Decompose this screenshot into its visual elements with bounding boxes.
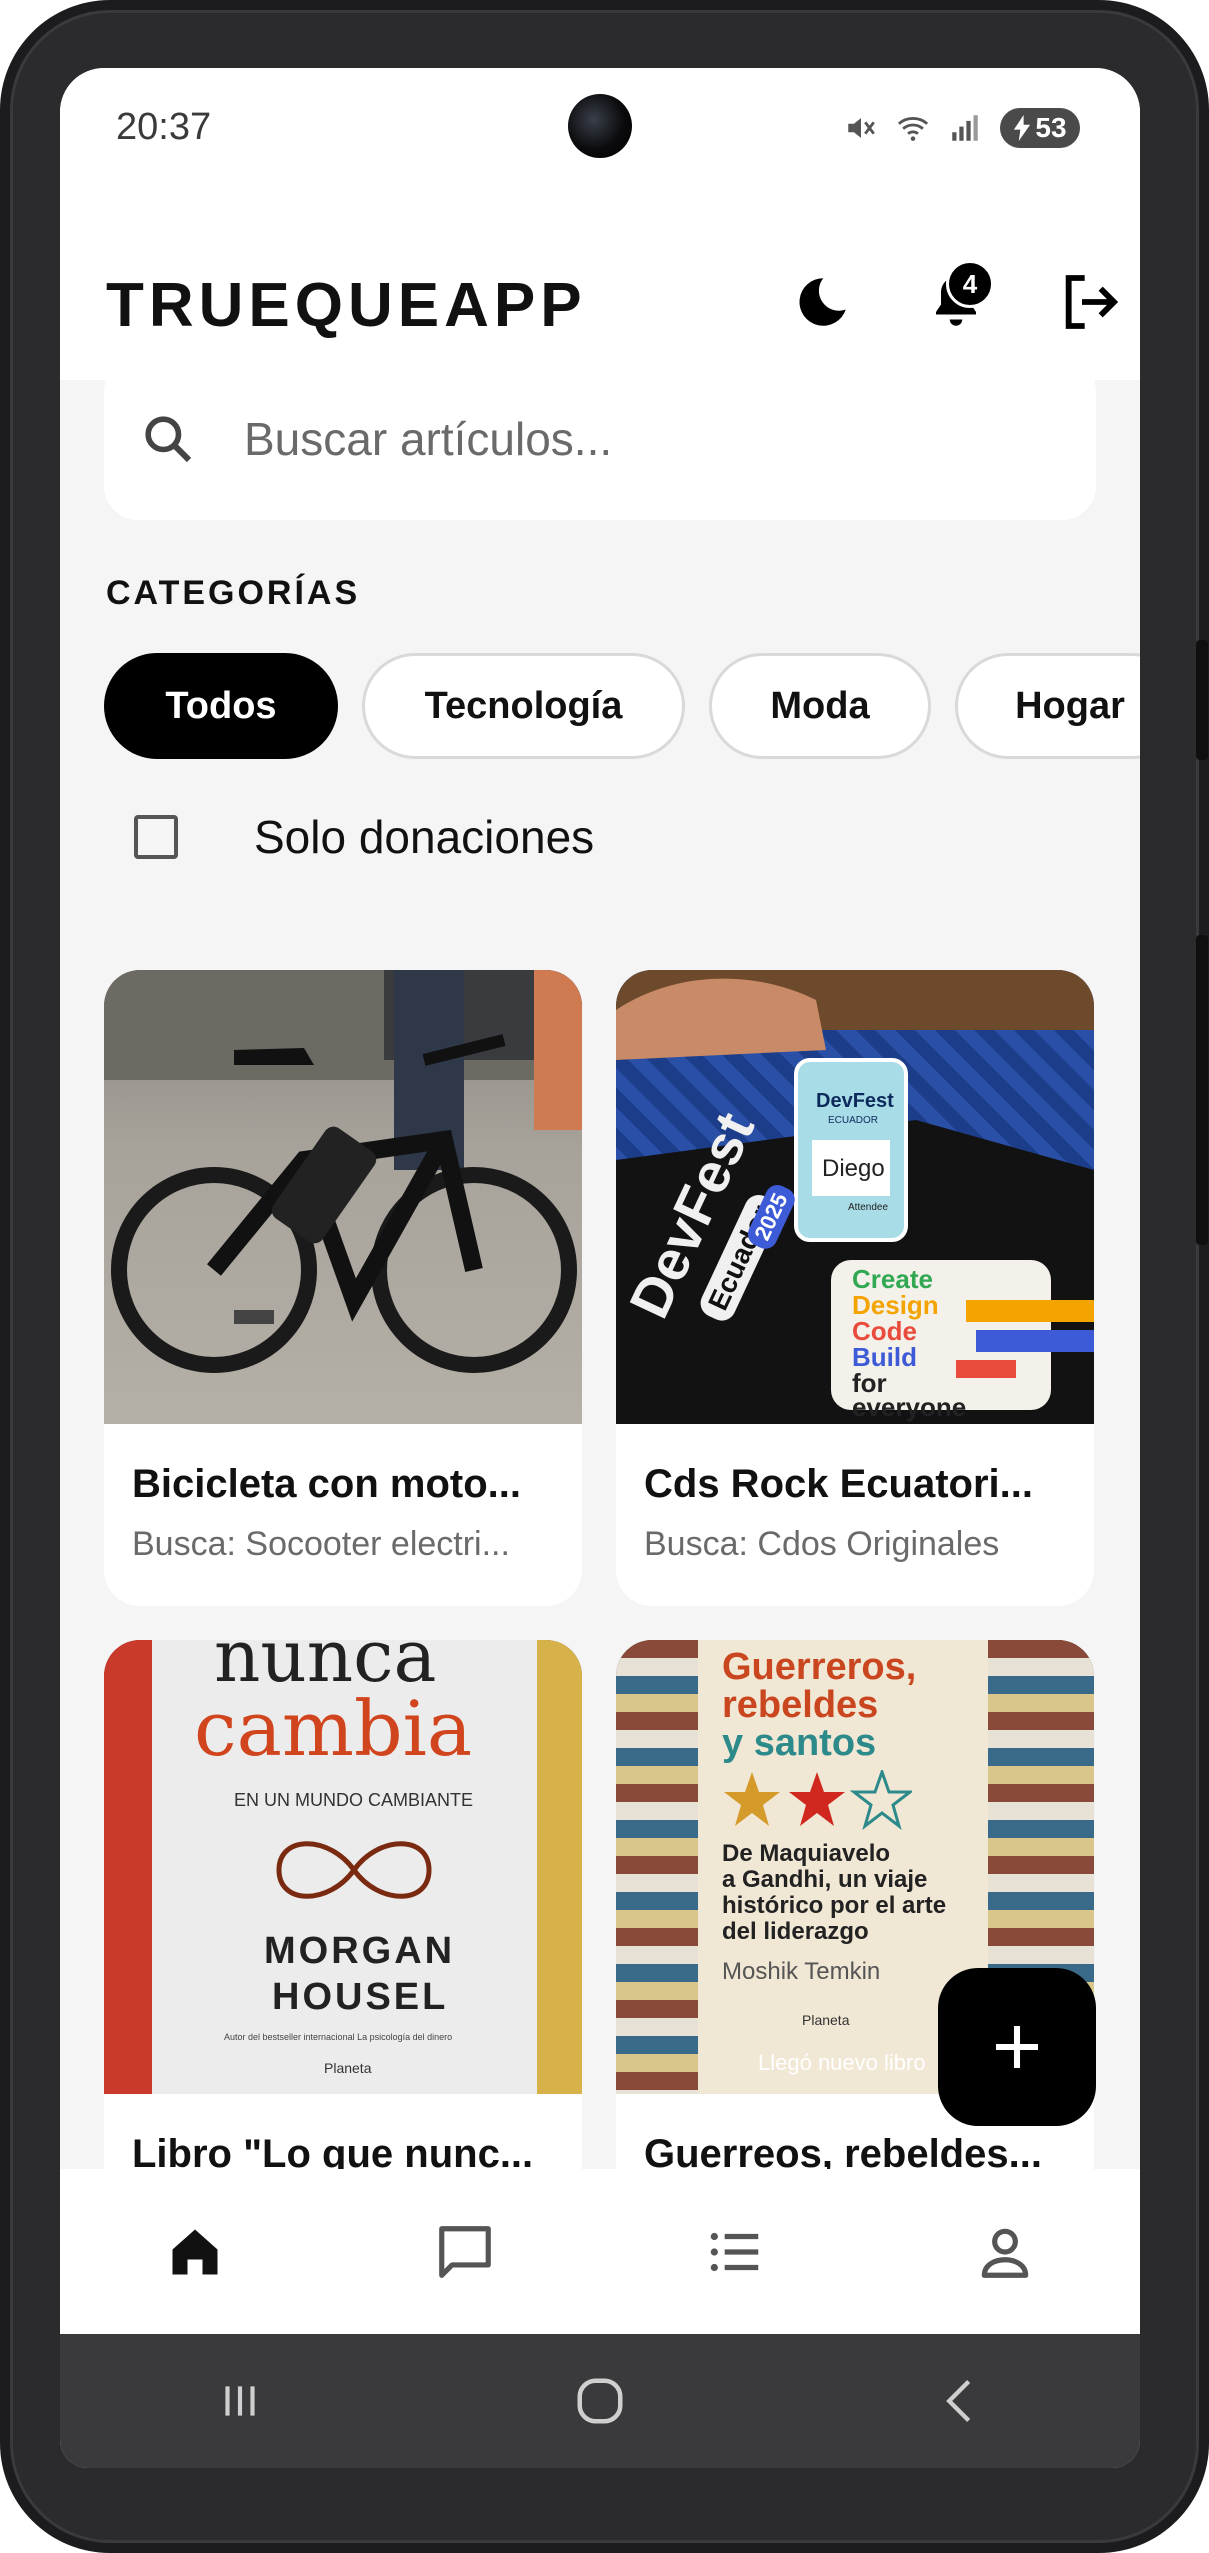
notifications-button[interactable]: 4	[916, 260, 996, 342]
nav-home[interactable]	[135, 2192, 255, 2312]
wifi-icon	[897, 117, 929, 141]
battery-level: 53	[1035, 112, 1067, 143]
bottom-navigation	[60, 2169, 1140, 2334]
category-chip-todos[interactable]: Todos	[104, 653, 338, 759]
book-blurb: Autor del bestseller internacional La ps…	[224, 2032, 453, 2042]
book-publisher: Planeta	[324, 2060, 372, 2076]
list-icon	[710, 2232, 759, 2271]
card-print-design: Design	[852, 1290, 939, 1320]
nav-chat[interactable]	[405, 2192, 525, 2312]
item-card[interactable]: Bicicleta con moto... Busca: Socooter el…	[104, 970, 582, 1606]
battery-indicator: 53	[1000, 108, 1080, 148]
category-chip-moda[interactable]: Moda	[709, 653, 931, 759]
donations-checkbox[interactable]	[134, 815, 178, 859]
item-title: Cds Rock Ecuatori...	[644, 1462, 1033, 1506]
book-title-line2: cambia	[194, 1684, 473, 1773]
home-circle-icon	[577, 2378, 623, 2424]
book-title-line3: y santos	[722, 1722, 877, 1764]
home-system-button[interactable]	[540, 2351, 660, 2451]
back-button[interactable]	[900, 2351, 1020, 2451]
book-subtitle: EN UN MUNDO CAMBIANTE	[234, 1790, 474, 1810]
add-item-button[interactable]	[938, 1968, 1096, 2126]
moon-icon	[799, 278, 846, 326]
card-print-create: Create	[852, 1264, 933, 1294]
book-description-1: De Maquiavelo	[722, 1840, 891, 1867]
logout-button[interactable]	[1050, 262, 1130, 342]
devfest-badge-photo: DevFest ECUADOR Diego Attendee DevFest E…	[616, 970, 1094, 1424]
mute-icon	[848, 118, 875, 138]
card-print-build: Build	[852, 1342, 917, 1372]
donations-label: Solo donaciones	[254, 811, 595, 863]
book-title-line1: Guerreros,	[722, 1646, 917, 1688]
search-bar[interactable]	[104, 358, 1096, 520]
system-navigation-bar	[60, 2334, 1140, 2468]
profile-icon	[981, 2228, 1029, 2278]
logout-icon	[1065, 275, 1119, 329]
item-title: Bicicleta con moto...	[132, 1462, 521, 1506]
recents-icon	[225, 2386, 255, 2416]
category-chips: Todos Tecnología Moda Hogar	[104, 653, 1140, 759]
book-publisher: Planeta	[802, 2012, 850, 2028]
book-description-2: a Gandhi, un viaje	[722, 1866, 928, 1893]
electric-bicycle-photo	[104, 970, 582, 1424]
item-subtitle: Busca: Cdos Originales	[644, 1525, 1000, 1563]
book-author: Moshik Temkin	[722, 1958, 881, 1985]
item-card[interactable]: DevFest ECUADOR Diego Attendee DevFest E…	[616, 970, 1094, 1606]
book-cover-photo: nunca cambia EN UN MUNDO CAMBIANTE MORGA…	[104, 1640, 582, 2094]
volume-button	[1196, 640, 1208, 760]
back-icon	[946, 2379, 971, 2423]
theme-toggle-button[interactable]	[782, 262, 862, 342]
donations-filter[interactable]: Solo donaciones	[134, 810, 594, 864]
home-icon	[172, 2229, 218, 2274]
power-button	[1196, 935, 1208, 1245]
category-chip-tecnologia[interactable]: Tecnología	[362, 653, 685, 759]
search-input[interactable]	[242, 411, 1006, 467]
recents-button[interactable]	[180, 2351, 300, 2451]
stars-icon	[724, 1770, 912, 1830]
book-author-first: MORGAN	[264, 1930, 456, 1972]
badge-event-name: DevFest	[816, 1090, 894, 1112]
signal-icon	[952, 115, 978, 141]
status-bar: 20:37 53	[60, 68, 1140, 180]
chat-icon	[439, 2225, 491, 2278]
status-time: 20:37	[116, 106, 212, 148]
card-print-everyone: everyone	[852, 1392, 967, 1422]
battery-charging-icon	[1014, 115, 1031, 141]
badge-attendee-name: Diego	[822, 1155, 885, 1182]
search-icon	[145, 416, 192, 463]
book-title-line2: rebeldes	[722, 1684, 879, 1726]
infinity-icon	[276, 1841, 432, 1899]
photo-caption: Llegó nuevo libro	[758, 2050, 926, 2075]
front-camera	[568, 94, 632, 158]
category-chip-hogar[interactable]: Hogar	[955, 653, 1140, 759]
nav-profile[interactable]	[945, 2192, 1065, 2312]
card-print-code: Code	[852, 1316, 917, 1346]
plus-icon	[996, 2026, 1038, 2068]
book-description-4: del liderazgo	[722, 1918, 869, 1945]
item-card[interactable]: nunca cambia EN UN MUNDO CAMBIANTE MORGA…	[104, 1640, 582, 2200]
app-screen: 20:37 53 TRUEQUEAPP 4 Buscar artículos..…	[60, 68, 1140, 2468]
categories-heading: CATEGORÍAS	[106, 574, 361, 612]
nav-list[interactable]	[675, 2192, 795, 2312]
app-title: TRUEQUEAPP	[106, 271, 587, 340]
status-icons: 53	[844, 108, 1080, 148]
phone-frame: 20:37 53 TRUEQUEAPP 4 Buscar artículos..…	[0, 0, 1209, 2553]
book-description-3: histórico por el arte	[722, 1892, 947, 1919]
book-author-last: HOUSEL	[272, 1976, 449, 2018]
app-bar: TRUEQUEAPP 4	[60, 180, 1140, 380]
notification-count-badge: 4	[946, 260, 994, 308]
badge-event-location: ECUADOR	[828, 1115, 879, 1126]
badge-role: Attendee	[848, 1202, 889, 1213]
item-subtitle: Busca: Socooter electri...	[132, 1525, 510, 1563]
